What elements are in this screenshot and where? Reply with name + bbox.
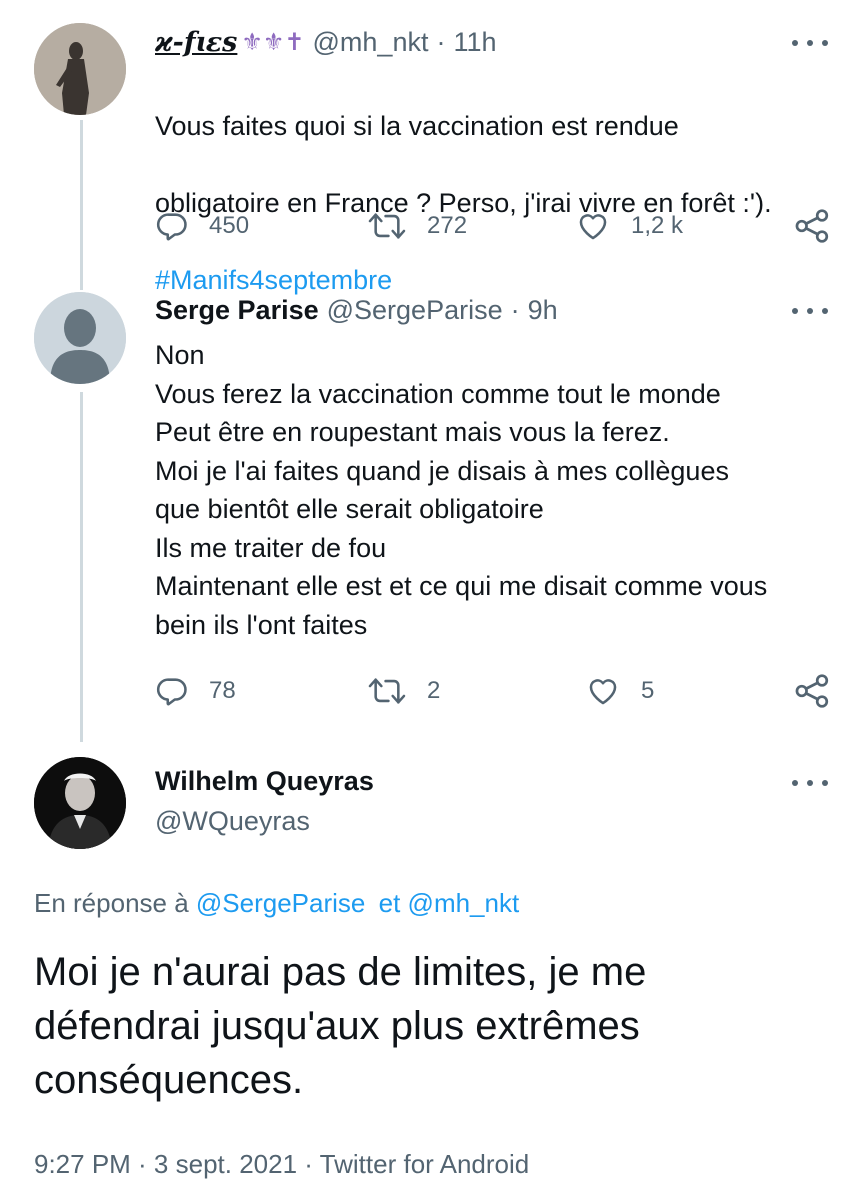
like-button[interactable]: 1,2 k (575, 206, 683, 246)
share-icon (795, 209, 829, 243)
heart-icon (579, 214, 607, 240)
like-count: 5 (641, 677, 655, 704)
reply-conjunction[interactable]: et (379, 888, 401, 918)
name-emoji-icon: ⚜⚜✝ (241, 28, 305, 56)
avatar[interactable] (34, 23, 126, 115)
reply-button[interactable]: 450 (155, 206, 249, 246)
separator-dot: · (436, 26, 446, 57)
tweet-actions: 450 272 1,2 k (155, 206, 835, 246)
handle[interactable]: @SergeParise (327, 295, 503, 326)
more-options-icon[interactable] (792, 778, 828, 788)
reply-prefix: En réponse à (34, 888, 189, 918)
retweet-count: 2 (427, 677, 441, 704)
more-options-icon[interactable] (792, 38, 828, 48)
reply-to-link[interactable]: @SergeParise (196, 888, 365, 918)
timestamp[interactable]: 11h (453, 27, 496, 58)
avatar-shadow-photo-icon (34, 23, 126, 115)
display-name[interactable]: Serge Parise (155, 295, 319, 326)
retweet-icon (368, 678, 406, 704)
reply-icon (156, 678, 187, 706)
avatar[interactable] (34, 292, 126, 384)
reply-icon (156, 213, 187, 241)
reply-to-link[interactable]: @mh_nkt (408, 888, 520, 918)
share-icon (795, 674, 829, 708)
display-name[interactable]: Wilhelm Queyras (155, 762, 374, 800)
retweet-button[interactable]: 2 (367, 671, 440, 711)
tweet-timestamp[interactable]: 9:27 PM · 3 sept. 2021 · Twitter for And… (34, 1145, 529, 1183)
retweet-button[interactable]: 272 (367, 206, 467, 246)
reply-button[interactable]: 78 (155, 671, 236, 711)
main-tweet-text: Moi je n'aurai pas de limites, je me déf… (34, 950, 647, 1102)
thread-line (80, 392, 83, 742)
tweet-text: Non Vous ferez la vaccination comme tout… (155, 340, 768, 640)
reply-count: 78 (209, 677, 236, 704)
heart-icon (589, 679, 617, 705)
tweet-text-line: Vous faites quoi si la vaccination est r… (155, 110, 679, 141)
avatar[interactable] (34, 757, 126, 849)
profile-photo-icon (34, 757, 126, 849)
default-profile-icon (34, 292, 126, 384)
handle[interactable]: @mh_nkt (313, 27, 429, 58)
retweet-icon (368, 213, 406, 239)
share-button[interactable] (793, 206, 833, 246)
display-name[interactable]: ϰ-fɩɛs (155, 27, 237, 58)
more-options-icon[interactable] (792, 306, 828, 316)
like-count: 1,2 k (631, 212, 684, 239)
timestamp[interactable]: 9h (528, 295, 558, 326)
separator-dot: · (510, 294, 520, 325)
reply-context: En réponse à @SergeParise et @mh_nkt (34, 884, 519, 922)
tweet-actions: 78 2 5 (155, 671, 835, 711)
like-button[interactable]: 5 (585, 671, 654, 711)
handle[interactable]: @WQueyras (155, 802, 310, 840)
thread-line (80, 120, 83, 290)
retweet-count: 272 (427, 212, 468, 239)
share-button[interactable] (793, 671, 833, 711)
reply-count: 450 (209, 212, 250, 239)
